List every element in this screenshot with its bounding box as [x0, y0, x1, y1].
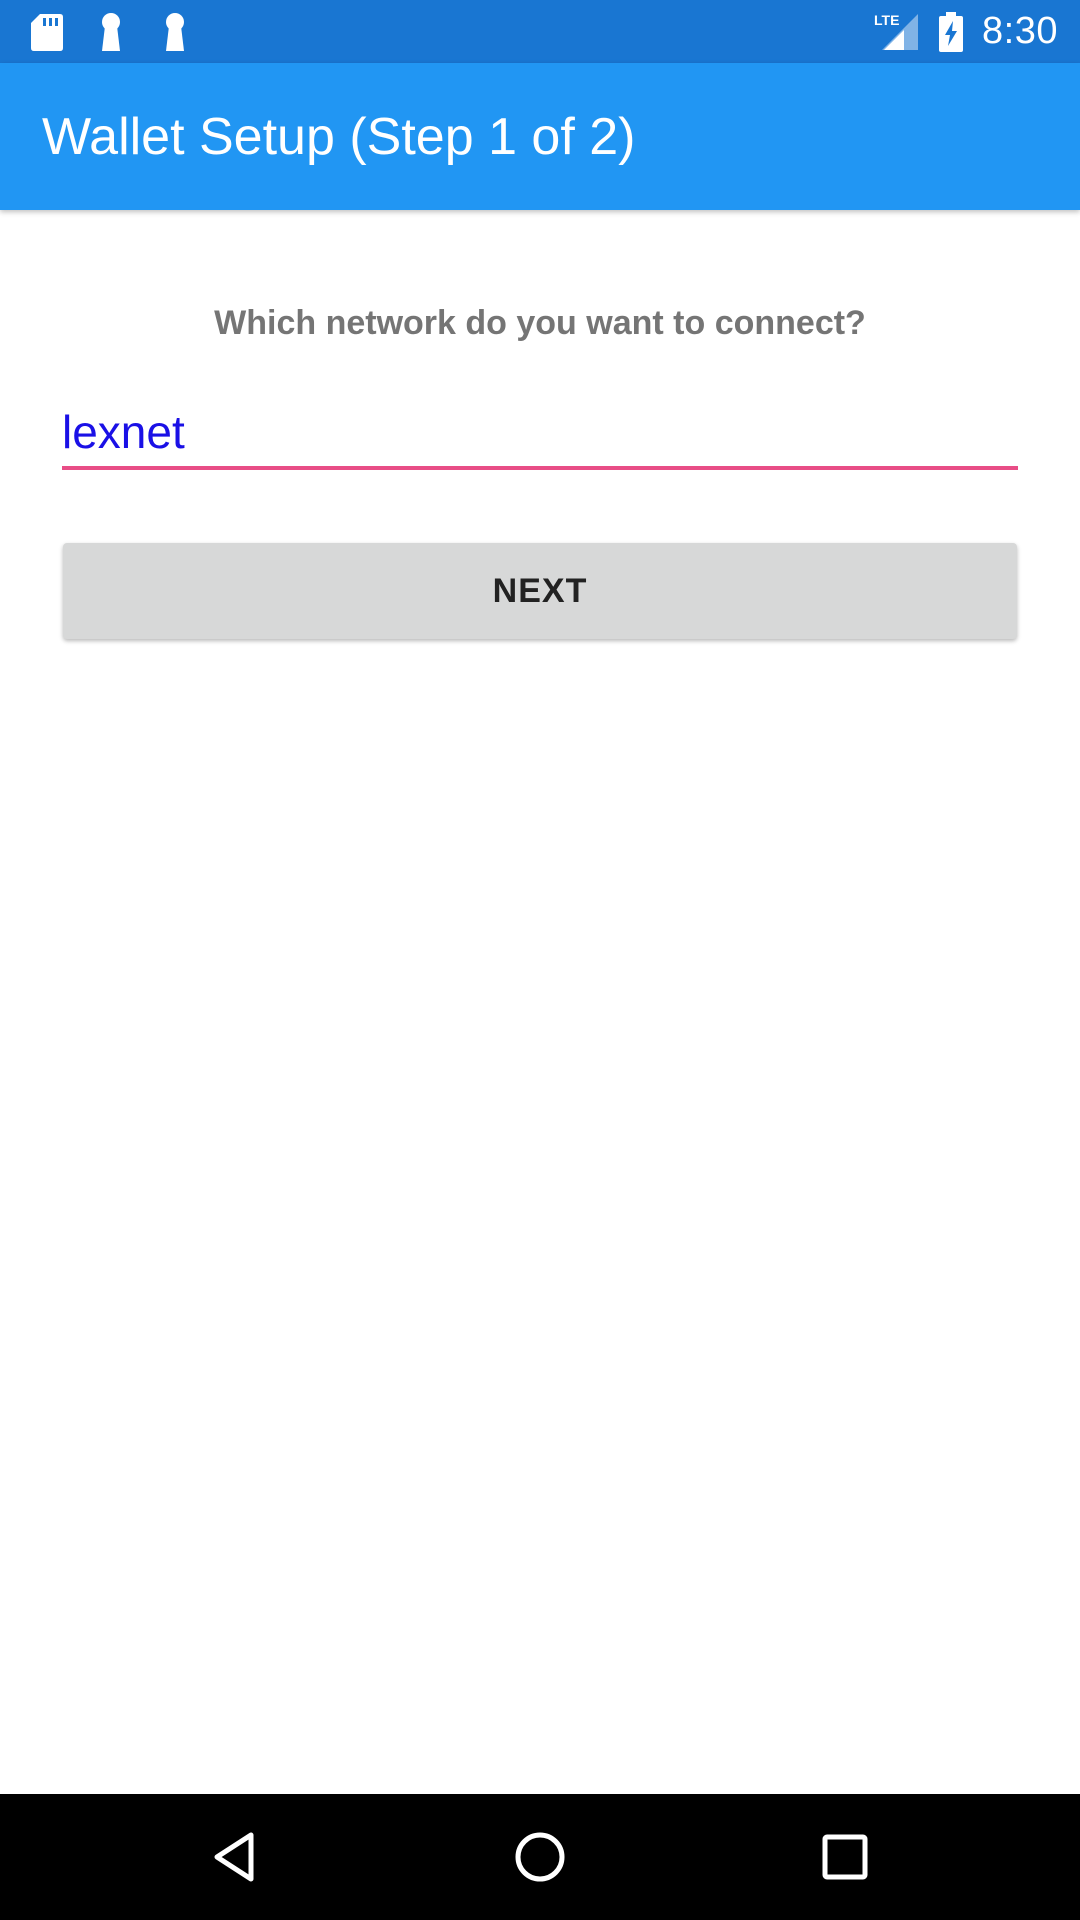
app-bar: Wallet Setup (Step 1 of 2) — [0, 63, 1080, 210]
battery-charging-icon — [939, 11, 964, 52]
system-icons: LTE 8:30 — [874, 0, 1058, 63]
recents-icon — [822, 1834, 868, 1880]
network-input[interactable] — [62, 398, 1018, 470]
network-type-label: LTE — [874, 12, 899, 28]
keyhole-icon — [166, 13, 184, 51]
back-button[interactable] — [172, 1794, 298, 1920]
status-bar: LTE 8:30 — [0, 0, 1080, 63]
home-button[interactable] — [477, 1794, 603, 1920]
clock: 8:30 — [982, 10, 1058, 52]
home-icon — [515, 1832, 565, 1882]
page-title: Wallet Setup (Step 1 of 2) — [42, 108, 636, 166]
next-button[interactable]: NEXT — [63, 543, 1017, 639]
notification-icons — [30, 12, 192, 52]
lte-signal-icon: LTE — [874, 12, 919, 50]
navigation-bar — [0, 1794, 1080, 1920]
keyhole-icon — [102, 13, 120, 51]
sd-card-icon — [31, 14, 63, 51]
network-question-label: Which network do you want to connect? — [214, 304, 866, 342]
back-icon — [214, 1832, 254, 1882]
recents-button[interactable] — [782, 1794, 908, 1920]
